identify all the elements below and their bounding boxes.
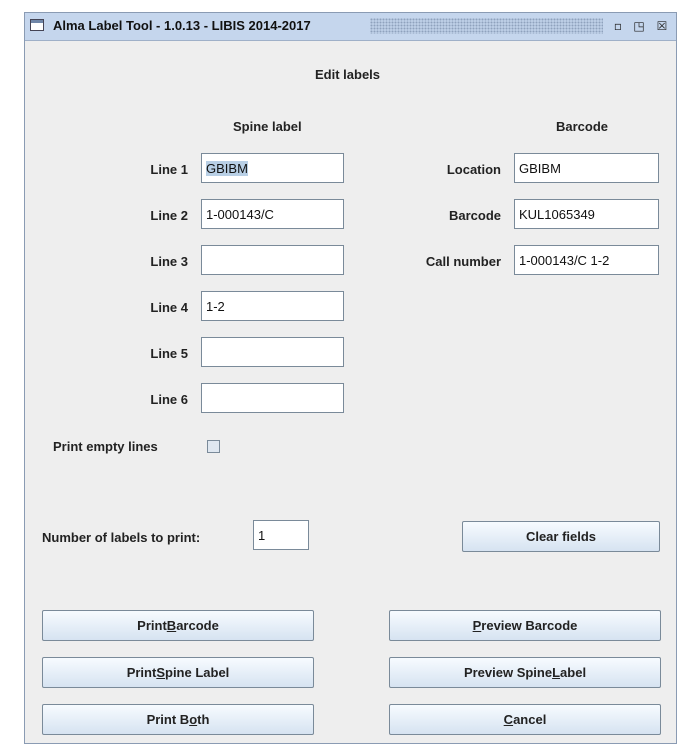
preview-barcode-button[interactable]: Preview Barcode	[389, 610, 661, 641]
print-barcode-mnemonic: B	[166, 618, 177, 633]
cancel-button[interactable]: Cancel	[389, 704, 661, 735]
location-field[interactable]	[514, 153, 659, 183]
line-6-label: Line 6	[150, 392, 188, 407]
barcode-label: Barcode	[448, 208, 501, 223]
preview-spine-label-pre: Preview Spine	[463, 665, 553, 680]
line-4-field[interactable]	[201, 291, 344, 321]
print-both-label-pre: Print B	[146, 712, 190, 727]
preview-spine-label-post: abel	[560, 665, 587, 680]
close-icon[interactable]: ☒	[654, 18, 670, 34]
line-3-field[interactable]	[201, 245, 344, 275]
print-both-button[interactable]: Print Bo th	[42, 704, 314, 735]
print-spine-label-post: pine Label	[165, 665, 230, 680]
line-1-field[interactable]: GBIBM	[201, 153, 344, 183]
app-window: Alma Label Tool - 1.0.13 - LIBIS 2014-20…	[24, 12, 677, 744]
line-6-field[interactable]	[201, 383, 344, 413]
line-1-value: GBIBM	[206, 160, 248, 176]
line-5-field[interactable]	[201, 337, 344, 367]
call-number-label: Call number	[425, 254, 501, 269]
title-bar[interactable]: Alma Label Tool - 1.0.13 - LIBIS 2014-20…	[25, 13, 676, 41]
print-barcode-label-pre: Print	[137, 618, 167, 633]
call-number-field[interactable]	[514, 245, 659, 275]
print-empty-lines-checkbox[interactable]	[207, 440, 220, 453]
preview-barcode-label-post: review Barcode	[481, 618, 578, 633]
spine-label-header: Spine label	[233, 119, 302, 134]
clear-fields-label: Clear fields	[525, 529, 597, 544]
line-2-field[interactable]	[201, 199, 344, 229]
labels-to-print-label: Number of labels to print:	[42, 530, 201, 545]
print-empty-lines-label: Print empty lines	[53, 439, 158, 454]
print-barcode-label-post: arcode	[176, 618, 219, 633]
line-5-label: Line 5	[150, 346, 188, 361]
window-icon	[30, 19, 44, 31]
print-barcode-button[interactable]: Print Barcode	[42, 610, 314, 641]
print-spine-label-button[interactable]: Print Spine Label	[42, 657, 314, 688]
line-4-label: Line 4	[150, 300, 188, 315]
clear-fields-button[interactable]: Clear fields	[462, 521, 660, 552]
barcode-field[interactable]	[514, 199, 659, 229]
page-title: Edit labels	[315, 67, 381, 82]
maximize-icon[interactable]: ◳	[631, 18, 647, 34]
print-both-mnemonic: o	[189, 712, 198, 727]
line-1-label: Line 1	[150, 162, 188, 177]
title-bar-grip	[370, 18, 603, 34]
labels-to-print-field[interactable]	[253, 520, 309, 550]
window-title: Alma Label Tool - 1.0.13 - LIBIS 2014-20…	[53, 18, 311, 33]
preview-spine-mnemonic: L	[552, 665, 561, 680]
minimize-icon[interactable]: ▫	[610, 18, 626, 34]
preview-barcode-mnemonic: P	[472, 618, 482, 633]
print-spine-mnemonic: S	[156, 665, 165, 680]
print-spine-label-pre: Print	[126, 665, 157, 680]
preview-spine-label-button[interactable]: Preview Spine Label	[389, 657, 661, 688]
cancel-label-post: ancel	[513, 712, 547, 727]
barcode-header: Barcode	[556, 119, 609, 134]
location-label: Location	[446, 162, 501, 177]
line-3-label: Line 3	[150, 254, 188, 269]
print-both-label-post: th	[197, 712, 210, 727]
line-2-label: Line 2	[150, 208, 188, 223]
cancel-mnemonic: C	[503, 712, 514, 727]
